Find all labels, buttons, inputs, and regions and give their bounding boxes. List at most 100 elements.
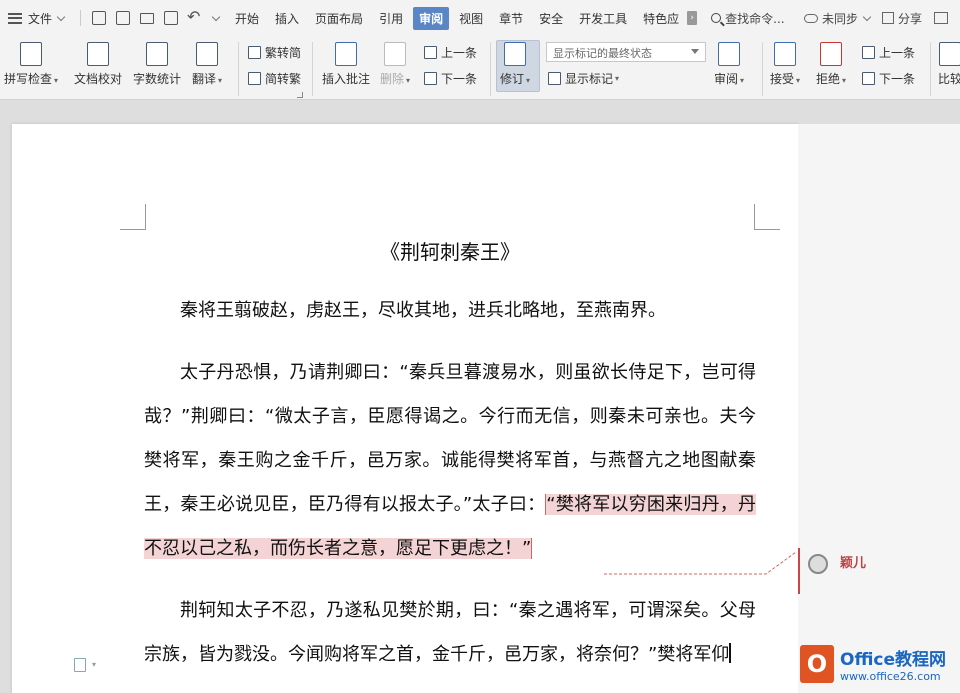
word-count-button[interactable]: 字数统计 xyxy=(133,42,181,87)
crop-mark xyxy=(754,204,780,230)
hamburger-icon xyxy=(8,12,22,24)
print-icon[interactable] xyxy=(140,12,155,24)
compare-button[interactable]: 比较 xyxy=(938,42,960,87)
logo-brand: Office教程网 xyxy=(840,650,947,670)
document-icon[interactable] xyxy=(74,658,86,672)
chevron-down-icon xyxy=(56,12,66,21)
document-body[interactable]: 《荆轲刺秦王》 秦将王翦破赵，虏赵王，尽收其地，进兵北略地，至燕南界。 太子丹恐… xyxy=(144,236,756,693)
review-label: 审阅 xyxy=(714,72,739,86)
dropdown-arrow-icon: ▾ xyxy=(842,76,847,85)
dialog-launcher-icon[interactable] xyxy=(297,92,303,98)
sync-status[interactable]: 未同步 xyxy=(803,10,872,27)
prev-comment-label: 上一条 xyxy=(441,46,478,60)
next-change-label: 下一条 xyxy=(879,72,916,86)
dropdown-arrow-icon: ▾ xyxy=(796,76,801,85)
menu-bar: 文件 开始 插入 页面布局 引用 审阅 视图 章节 安全 开发工具 特色应 › … xyxy=(0,0,960,36)
insert-comment-label: 插入批注 xyxy=(322,72,371,86)
word-count-label: 字数统计 xyxy=(133,72,182,86)
tab-start[interactable]: 开始 xyxy=(229,7,265,30)
share-button[interactable]: 分享 xyxy=(881,10,922,27)
review-pane-button[interactable]: 审阅 ▾ xyxy=(714,42,744,87)
tab-review[interactable]: 审阅 xyxy=(413,6,450,30)
divider xyxy=(490,42,491,96)
reject-button[interactable]: 拒绝 ▾ xyxy=(816,42,846,87)
spell-check-icon xyxy=(20,42,43,66)
delete-comment-button[interactable]: 删除 ▾ xyxy=(380,42,410,87)
office-logo-icon: O xyxy=(800,645,834,683)
cloud-icon xyxy=(803,13,818,23)
watermark-logo: O Office教程网 www.office26.com xyxy=(800,640,960,688)
save-icon[interactable] xyxy=(92,11,107,25)
comment-marker xyxy=(798,548,800,594)
chevron-right-icon[interactable]: › xyxy=(687,11,698,25)
next-change-button[interactable]: 下一条 xyxy=(862,70,915,87)
reject-label: 拒绝 xyxy=(816,72,841,86)
prev-change-button[interactable]: 上一条 xyxy=(862,44,915,61)
dropdown-arrow-icon[interactable]: ▾ xyxy=(92,660,96,669)
export-icon[interactable] xyxy=(116,11,131,25)
word-count-icon xyxy=(146,42,168,66)
simp-to-trad-label: 简转繁 xyxy=(265,72,302,86)
tab-chapter[interactable]: 章节 xyxy=(493,7,529,30)
trad-to-simp-icon xyxy=(248,46,261,59)
next-comment-label: 下一条 xyxy=(441,72,478,86)
tab-special[interactable]: 特色应 xyxy=(637,7,685,30)
window-button[interactable] xyxy=(934,12,948,24)
translate-icon xyxy=(196,42,219,66)
doc-proof-button[interactable]: 文档校对 xyxy=(74,42,122,87)
comment-card[interactable]: 颖儿 xyxy=(798,548,960,594)
divider xyxy=(238,42,239,96)
accept-label: 接受 xyxy=(770,72,795,86)
doc-proof-label: 文档校对 xyxy=(74,72,123,86)
insert-comment-icon xyxy=(335,42,357,66)
compare-label: 比较 xyxy=(938,72,960,86)
spell-check-button[interactable]: 拼写检查 ▾ xyxy=(4,42,58,87)
prev-comment-button[interactable]: 上一条 xyxy=(424,44,477,61)
compare-icon xyxy=(939,42,960,66)
translate-button[interactable]: 翻译 ▾ xyxy=(192,42,222,87)
chevron-down-icon xyxy=(691,49,699,54)
chevron-down-icon[interactable] xyxy=(211,12,221,21)
trad-to-simp-button[interactable]: 繁转简 xyxy=(248,44,301,61)
dropdown-arrow-icon: ▾ xyxy=(54,76,59,85)
sync-label: 未同步 xyxy=(821,11,858,26)
tab-insert[interactable]: 插入 xyxy=(269,7,305,30)
file-menu[interactable]: 文件 xyxy=(0,0,66,36)
command-search[interactable]: 查找命令... xyxy=(711,10,785,27)
dropdown-arrow-icon: ▾ xyxy=(406,76,411,85)
delete-label: 删除 xyxy=(380,72,405,86)
paragraph: 秦将王翦破赵，虏赵王，尽收其地，进兵北略地，至燕南界。 xyxy=(180,300,666,321)
trad-to-simp-label: 繁转简 xyxy=(265,46,302,60)
simp-to-trad-icon xyxy=(248,72,261,85)
text-cursor xyxy=(729,643,731,663)
logo-site: www.office26.com xyxy=(840,670,941,683)
tab-page-layout[interactable]: 页面布局 xyxy=(309,7,369,30)
avatar xyxy=(808,554,828,574)
tab-view[interactable]: 视图 xyxy=(453,7,489,30)
ribbon-tabs: 开始 插入 页面布局 引用 审阅 视图 章节 安全 开发工具 特色应 › xyxy=(227,6,698,30)
prev-change-icon xyxy=(862,46,875,59)
undo-icon[interactable] xyxy=(187,7,202,26)
track-changes-content[interactable]: 修订 ▾ xyxy=(500,42,530,87)
document-page[interactable]: 《荆轲刺秦王》 秦将王翦破赵，虏赵王，尽收其地，进兵北略地，至燕南界。 太子丹恐… xyxy=(12,124,798,693)
translate-label: 翻译 xyxy=(192,72,217,86)
tab-security[interactable]: 安全 xyxy=(533,7,569,30)
tab-developer[interactable]: 开发工具 xyxy=(573,7,633,30)
divider xyxy=(762,42,763,96)
paragraph-text: 荆轲知太子不忍，乃遂私见樊於期，曰：“秦之遇将军，可谓深矣。父母宗族，皆为戮没。… xyxy=(144,600,756,665)
insert-comment-button[interactable]: 插入批注 xyxy=(322,42,370,87)
tab-references[interactable]: 引用 xyxy=(373,7,409,30)
review-pane-icon xyxy=(718,42,741,66)
crop-mark xyxy=(120,204,146,230)
chevron-down-icon xyxy=(862,12,872,21)
prev-comment-icon xyxy=(424,46,437,59)
display-mode-select[interactable]: 显示标记的最终状态 xyxy=(546,42,706,62)
next-comment-button[interactable]: 下一条 xyxy=(424,70,477,87)
accept-button[interactable]: 接受 ▾ xyxy=(770,42,800,87)
prev-change-label: 上一条 xyxy=(879,46,916,60)
search-icon xyxy=(711,13,722,23)
print-preview-icon[interactable] xyxy=(164,11,179,25)
show-markup-button[interactable]: 显示标记 ▾ xyxy=(548,70,619,87)
quick-access-toolbar xyxy=(74,7,221,26)
simp-to-trad-button[interactable]: 简转繁 xyxy=(248,70,301,87)
